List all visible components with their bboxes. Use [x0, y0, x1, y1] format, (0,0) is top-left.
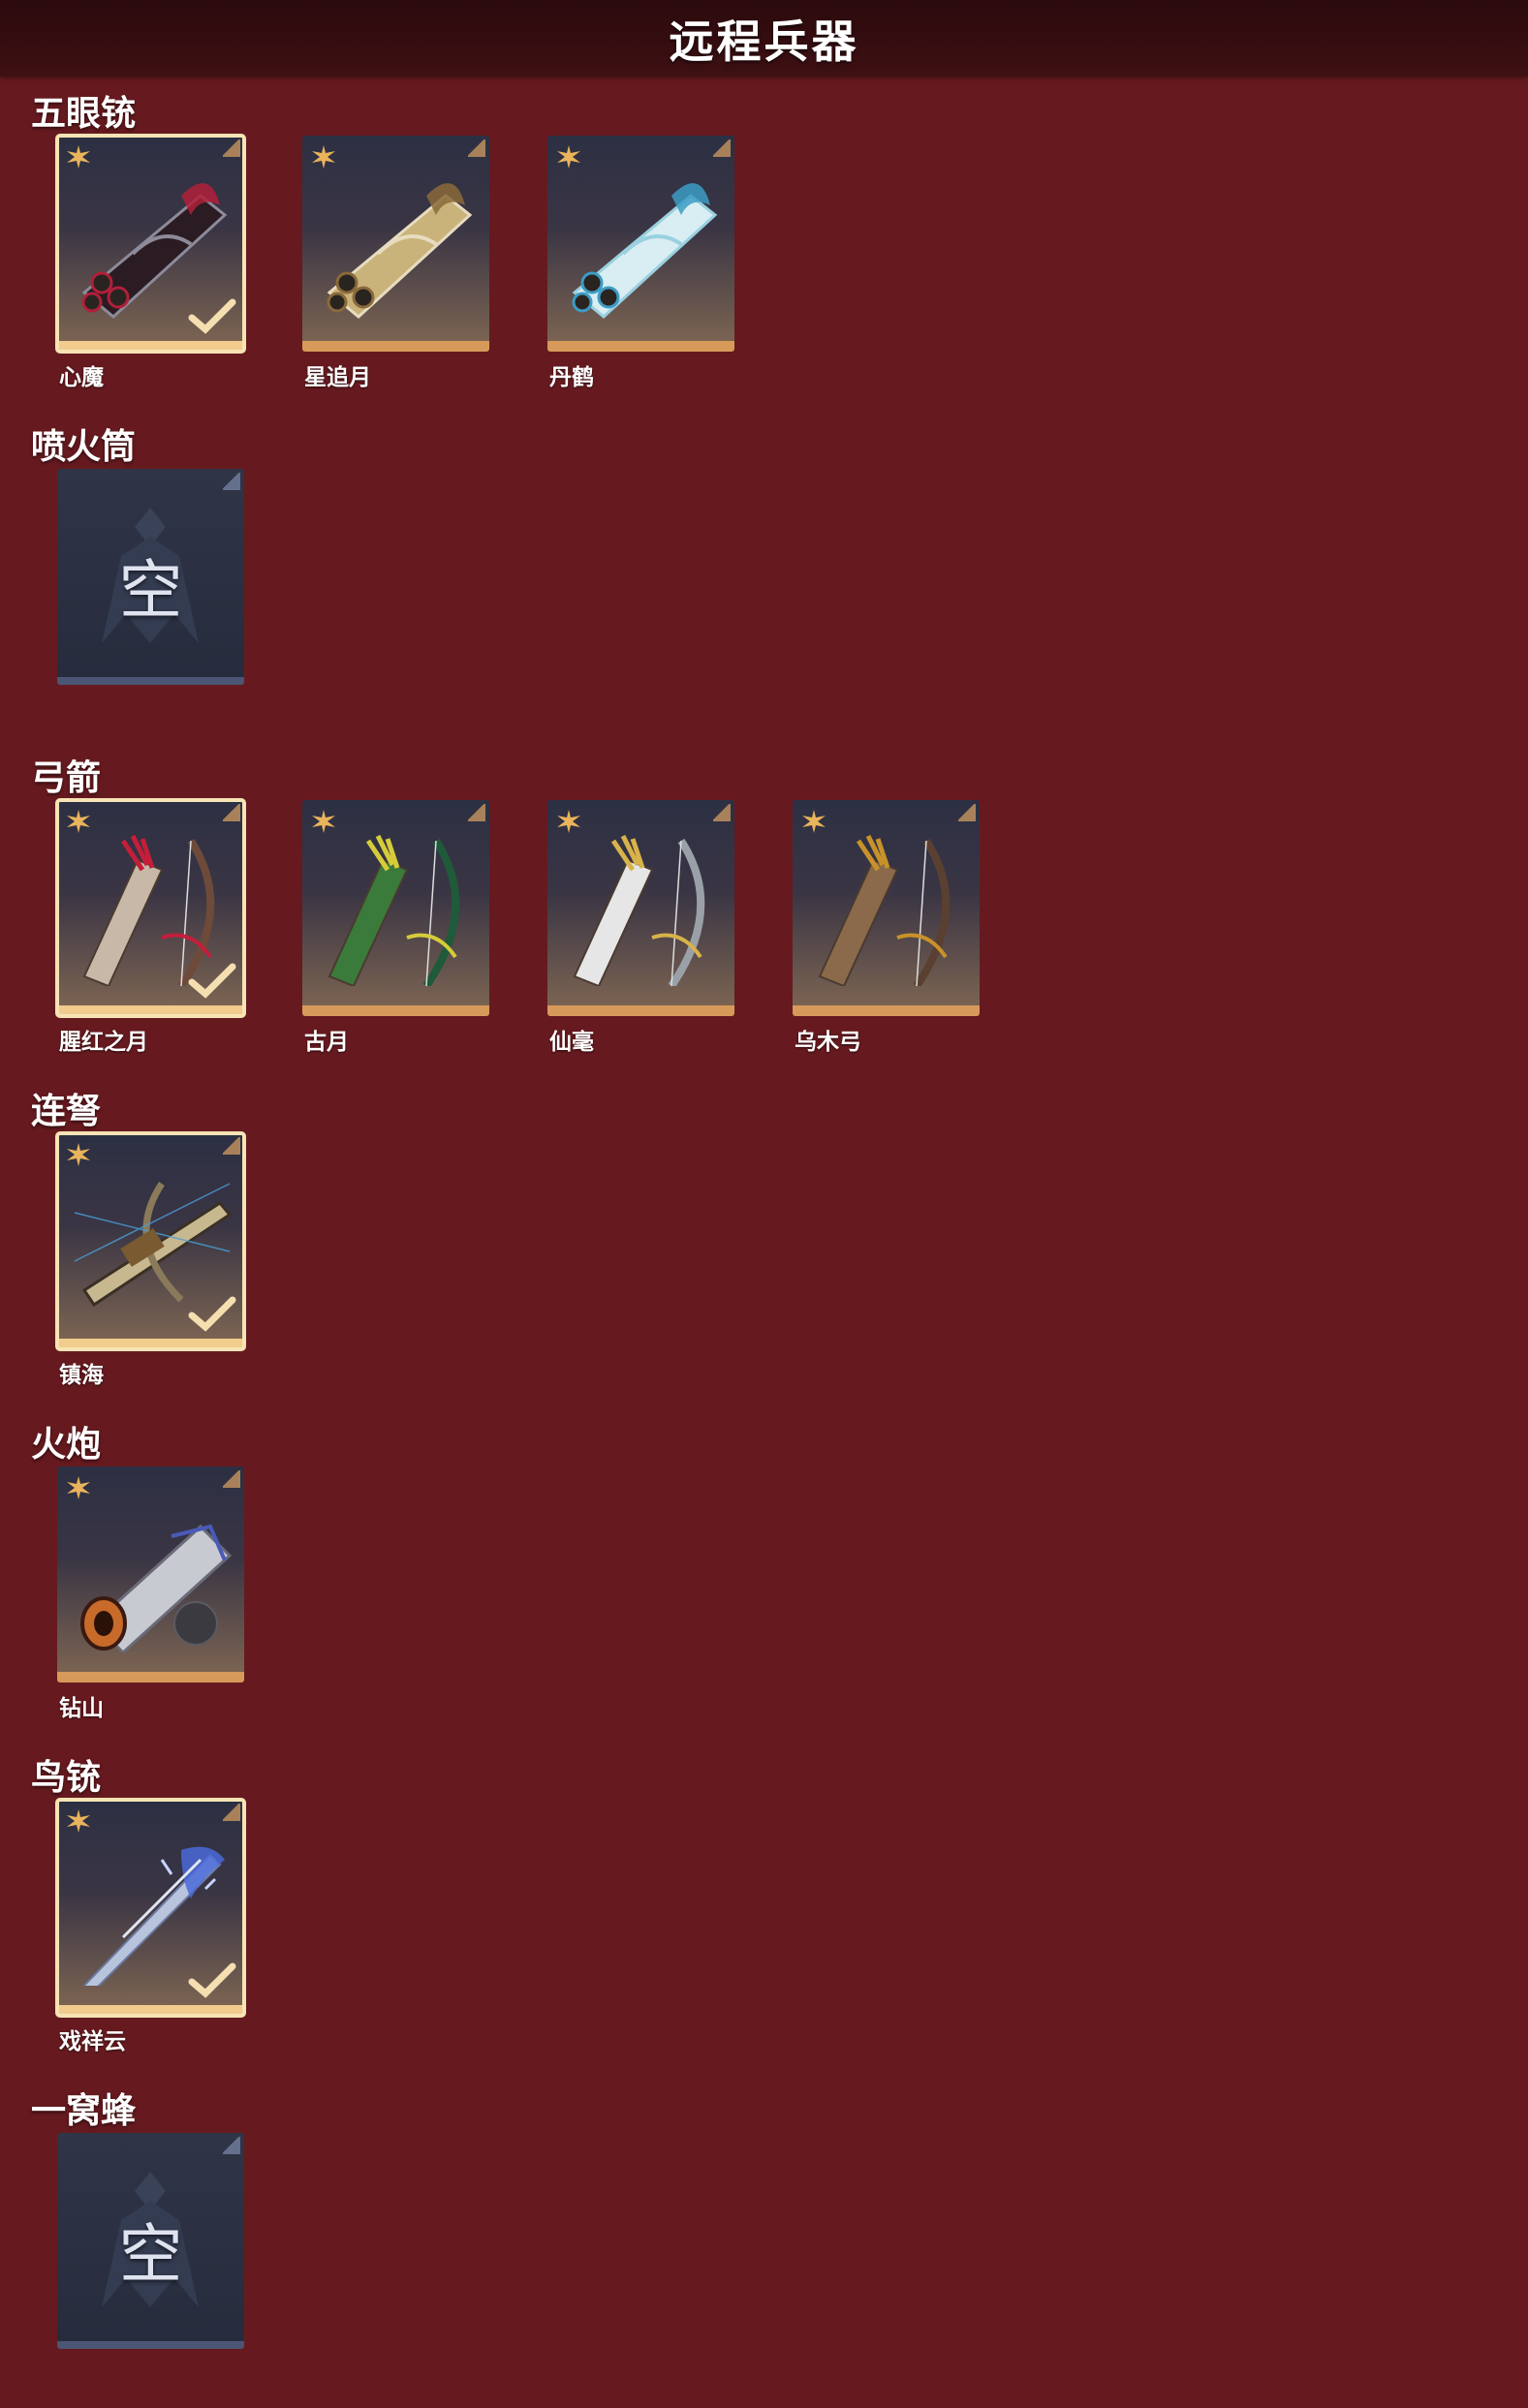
corner-tab-icon	[713, 804, 731, 821]
corner-tab-icon	[713, 139, 731, 157]
header-bar: 远程兵器	[0, 0, 1528, 77]
weapon-item[interactable]: 心魔	[55, 134, 246, 390]
weapon-name: 心魔	[59, 365, 104, 390]
weapon-name: 戏祥云	[59, 2029, 126, 2054]
weapon-card[interactable]	[57, 1466, 244, 1683]
empty-slot-card[interactable]: 空	[57, 2133, 244, 2349]
corner-tab-icon	[223, 139, 240, 157]
weapon-item[interactable]: 丹鹤	[547, 136, 734, 390]
weapon-card[interactable]	[793, 800, 980, 1016]
weapon-card[interactable]	[547, 800, 734, 1016]
checkmark-icon	[188, 298, 236, 334]
weapon-art-icon	[327, 834, 460, 986]
weapon-card[interactable]	[302, 800, 489, 1016]
weapon-card[interactable]	[55, 1798, 246, 2018]
weapon-name: 丹鹤	[549, 365, 594, 390]
weapon-card[interactable]	[55, 1131, 246, 1351]
corner-tab-icon	[468, 139, 485, 157]
weapon-name: 腥红之月	[59, 1030, 148, 1055]
weapon-name: 镇海	[59, 1363, 104, 1388]
weapon-art-icon	[572, 183, 718, 319]
checkmark-icon	[188, 1962, 236, 1998]
weapon-name: 乌木弓	[795, 1030, 861, 1055]
weapon-art-icon	[80, 1524, 233, 1652]
weapon-item[interactable]: 钻山	[57, 1466, 244, 1721]
weapon-card[interactable]	[547, 136, 734, 352]
weapon-item[interactable]: 星追月	[302, 136, 489, 390]
corner-tab-icon	[468, 804, 485, 821]
weapon-item[interactable]: 镇海	[55, 1131, 246, 1388]
weapon-art-icon	[327, 183, 473, 319]
weapon-item[interactable]: 戏祥云	[55, 1798, 246, 2054]
corner-tab-icon	[223, 1137, 240, 1155]
corner-tab-icon	[223, 1804, 240, 1821]
category-title: 火炮	[31, 1425, 102, 1465]
weapon-card[interactable]	[55, 134, 246, 354]
weapon-item[interactable]: 腥红之月	[55, 798, 246, 1055]
category-title: 弓箭	[31, 758, 102, 798]
checkmark-icon	[188, 963, 236, 999]
corner-tab-icon	[223, 473, 240, 490]
category-title: 五眼铳	[31, 94, 137, 134]
corner-tab-icon	[958, 804, 976, 821]
empty-weapon-slot[interactable]: 空	[57, 2133, 244, 2349]
weapon-name: 星追月	[304, 365, 371, 390]
weapon-card[interactable]	[302, 136, 489, 352]
weapon-name: 钻山	[59, 1696, 104, 1721]
weapon-art-icon	[573, 834, 705, 986]
empty-weapon-slot[interactable]: 空	[57, 469, 244, 685]
empty-slot-label: 空	[118, 2217, 183, 2292]
page-title: 远程兵器	[669, 15, 859, 68]
category-title: 喷火筒	[31, 427, 137, 467]
weapon-art-icon	[818, 834, 951, 986]
corner-tab-icon	[223, 1470, 240, 1488]
weapon-item[interactable]: 仙毫	[547, 800, 734, 1055]
corner-tab-icon	[223, 2137, 240, 2154]
weapon-name: 古月	[304, 1030, 349, 1055]
checkmark-icon	[188, 1296, 236, 1332]
corner-tab-icon	[223, 804, 240, 821]
category-title: 一窝蜂	[31, 2091, 137, 2131]
weapon-item[interactable]: 古月	[302, 800, 489, 1055]
empty-slot-card[interactable]: 空	[57, 469, 244, 685]
weapon-name: 仙毫	[549, 1030, 594, 1055]
weapon-item[interactable]: 乌木弓	[793, 800, 980, 1055]
empty-slot-label: 空	[118, 553, 183, 628]
weapon-card[interactable]	[55, 798, 246, 1018]
category-title: 连弩	[31, 1092, 102, 1131]
category-title: 鸟铳	[31, 1758, 102, 1798]
